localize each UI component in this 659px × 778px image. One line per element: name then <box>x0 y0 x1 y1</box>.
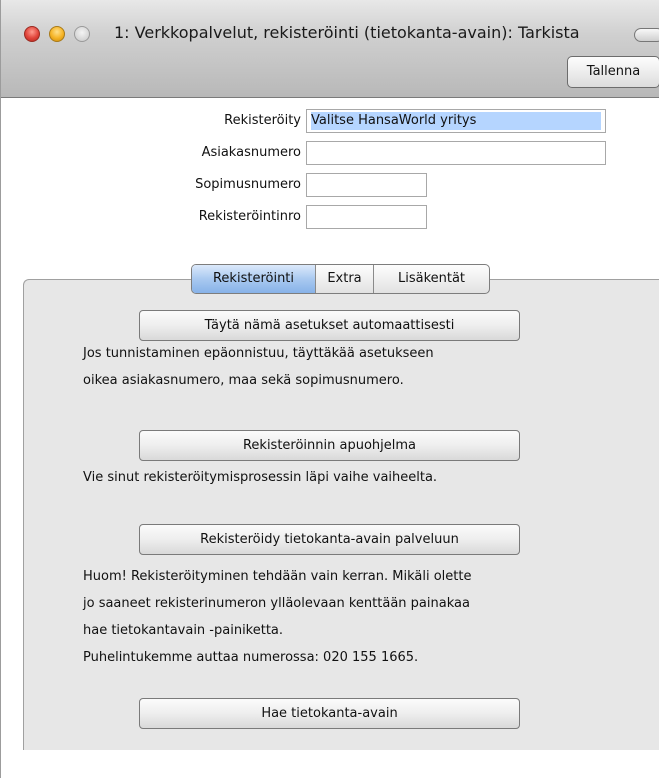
registration-window: 1: Verkkopalvelut, rekisteröinti (tietok… <box>0 0 659 778</box>
wizard-help-text: Vie sinut rekisteröitymisprosessin läpi … <box>83 470 438 485</box>
fetch-database-key-button[interactable]: Hae tietokanta-avain <box>139 698 520 729</box>
register-database-key-button[interactable]: Rekisteröidy tietokanta-avain palveluun <box>139 524 520 555</box>
register-help-line-2: jo saaneet rekisterinumeron ylläolevaan … <box>83 596 470 611</box>
zoom-icon[interactable] <box>74 26 90 42</box>
autofill-help-line-2: oikea asiakasnumero, maa sekä sopimusnum… <box>83 373 404 388</box>
registered-value: Valitse HansaWorld yritys <box>311 112 601 130</box>
autofill-settings-button[interactable]: Täytä nämä asetukset automaattisesti <box>139 310 520 341</box>
window-title: 1: Verkkopalvelut, rekisteröinti (tietok… <box>114 23 580 42</box>
minimize-icon[interactable] <box>49 26 65 42</box>
tab-extra[interactable]: Extra <box>316 265 374 293</box>
register-help-line-3: hae tietokantavain -painiketta. <box>83 623 284 638</box>
tab-registration[interactable]: Rekisteröinti <box>192 265 316 293</box>
toolbar-toggle-icon[interactable] <box>634 28 659 42</box>
registration-wizard-button[interactable]: Rekisteröinnin apuohjelma <box>139 430 520 461</box>
customer-number-label: Asiakasnumero <box>201 145 301 160</box>
tab-additional-fields[interactable]: Lisäkentät <box>374 265 489 293</box>
register-help-line-4: Puhelintukemme auttaa numerossa: 020 155… <box>83 650 419 665</box>
registered-field[interactable]: Valitse HansaWorld yritys <box>306 109 606 133</box>
tab-bar: Rekisteröinti Extra Lisäkentät <box>191 264 490 294</box>
registered-label: Rekisteröity <box>224 113 301 128</box>
contract-number-field[interactable] <box>306 173 427 197</box>
autofill-help-line-1: Jos tunnistaminen epäonnistuu, täyttäkää… <box>83 346 434 361</box>
registration-number-field[interactable] <box>306 205 427 229</box>
title-bar: 1: Verkkopalvelut, rekisteröinti (tietok… <box>1 0 659 98</box>
customer-number-field[interactable] <box>306 141 606 165</box>
register-help-line-1: Huom! Rekisteröityminen tehdään vain ker… <box>83 569 472 584</box>
registration-number-label: Rekisteröintinro <box>198 209 301 224</box>
contract-number-label: Sopimusnumero <box>195 177 301 192</box>
close-icon[interactable] <box>24 26 40 42</box>
save-button[interactable]: Tallenna <box>567 56 659 88</box>
